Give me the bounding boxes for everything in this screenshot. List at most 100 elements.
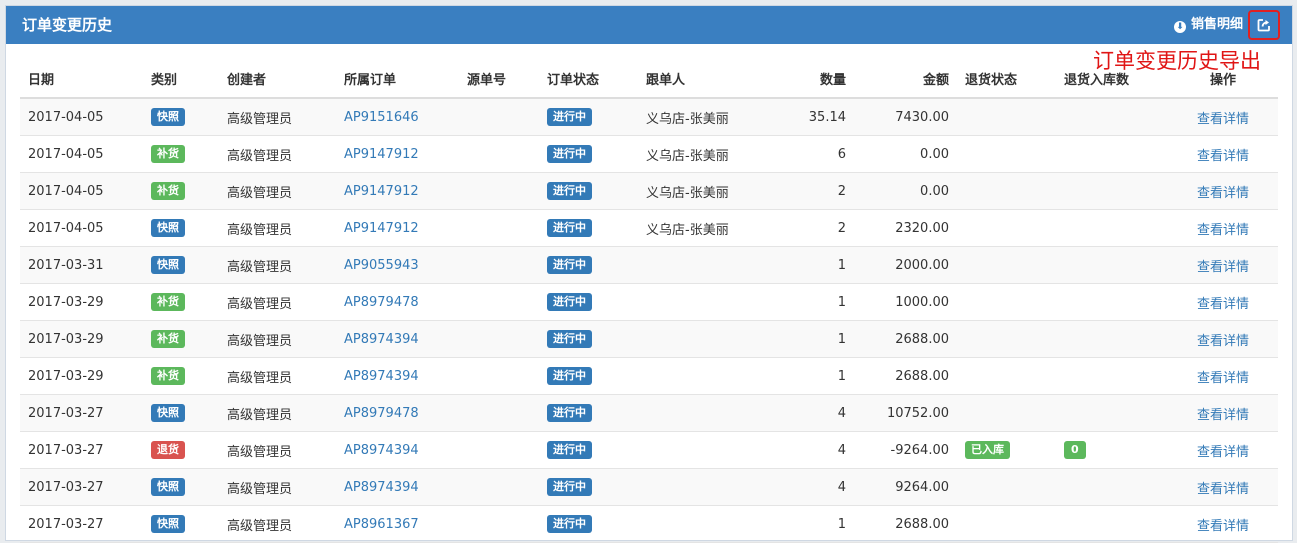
type-badge: 补货 [151, 182, 185, 200]
cell-follower [638, 505, 760, 543]
cell-date: 2017-04-05 [20, 172, 143, 210]
view-details-link[interactable]: 查看详情 [1197, 260, 1249, 275]
date-text: 2017-04-05 [28, 109, 104, 125]
col-source: 源单号 [459, 59, 539, 99]
view-details-link[interactable]: 查看详情 [1197, 408, 1249, 423]
cell-action: 查看详情 [1168, 209, 1278, 247]
view-details-link[interactable]: 查看详情 [1197, 223, 1249, 238]
creator-text: 高级管理员 [227, 518, 293, 534]
cell-status: 进行中 [539, 431, 638, 469]
cell-date: 2017-03-29 [20, 357, 143, 395]
qty-text: 4 [837, 405, 846, 421]
order-history-table: 日期 类别 创建者 所属订单 源单号 订单状态 跟单人 数量 金额 退货状态 退… [20, 59, 1278, 543]
creator-text: 高级管理员 [227, 222, 293, 238]
export-button[interactable] [1248, 10, 1280, 40]
cell-action: 查看详情 [1168, 468, 1278, 506]
view-details-link[interactable]: 查看详情 [1197, 371, 1249, 386]
cell-source [459, 505, 539, 543]
amount-text: 10752.00 [886, 405, 949, 421]
cell-creator: 高级管理员 [219, 505, 336, 543]
cell-amount: -9264.00 [854, 431, 957, 469]
table-row: 2017-03-29 补货 高级管理员 AP8979478 进行中 1 1000.00 查看详… [20, 283, 1278, 321]
qty-text: 4 [837, 479, 846, 495]
order-link[interactable]: AP8974394 [344, 332, 419, 347]
cell-status: 进行中 [539, 468, 638, 506]
cell-type: 补货 [143, 320, 219, 358]
follower-text: 义乌店-张美丽 [646, 111, 729, 127]
col-type: 类别 [143, 59, 219, 99]
creator-text: 高级管理员 [227, 185, 293, 201]
view-details-link[interactable]: 查看详情 [1197, 519, 1249, 534]
view-details-link[interactable]: 查看详情 [1197, 482, 1249, 497]
view-details-link[interactable]: 查看详情 [1197, 149, 1249, 164]
type-badge: 快照 [151, 219, 185, 237]
creator-text: 高级管理员 [227, 111, 293, 127]
view-details-link[interactable]: 查看详情 [1197, 445, 1249, 460]
order-link[interactable]: AP9147912 [344, 184, 419, 199]
cell-date: 2017-03-27 [20, 394, 143, 432]
cell-order: AP8974394 [336, 320, 459, 358]
cell-action: 查看详情 [1168, 394, 1278, 432]
cell-qty: 2 [760, 172, 854, 210]
cell-qty: 4 [760, 394, 854, 432]
cell-source [459, 209, 539, 247]
cell-order: AP9055943 [336, 246, 459, 284]
order-link[interactable]: AP8979478 [344, 406, 419, 421]
col-date: 日期 [20, 59, 143, 99]
cell-type: 快照 [143, 246, 219, 284]
status-badge: 进行中 [547, 404, 592, 422]
cell-return-status [957, 98, 1056, 136]
cell-qty: 35.14 [760, 98, 854, 136]
cell-status: 进行中 [539, 246, 638, 284]
cell-return-qty [1056, 246, 1168, 284]
cell-order: AP9147912 [336, 209, 459, 247]
order-link[interactable]: AP9151646 [344, 110, 419, 125]
qty-text: 2 [837, 183, 846, 199]
order-link[interactable]: AP9055943 [344, 258, 419, 273]
view-details-link[interactable]: 查看详情 [1197, 186, 1249, 201]
cell-amount: 2688.00 [854, 357, 957, 395]
date-text: 2017-03-29 [28, 294, 104, 310]
qty-text: 1 [837, 516, 846, 532]
cell-creator: 高级管理员 [219, 468, 336, 506]
cell-type: 快照 [143, 209, 219, 247]
cell-creator: 高级管理员 [219, 394, 336, 432]
cell-qty: 6 [760, 135, 854, 173]
view-details-link[interactable]: 查看详情 [1197, 112, 1249, 127]
view-details-link[interactable]: 查看详情 [1197, 297, 1249, 312]
cell-date: 2017-04-05 [20, 98, 143, 136]
amount-text: 1000.00 [895, 294, 949, 310]
cell-action: 查看详情 [1168, 246, 1278, 284]
cell-follower [638, 431, 760, 469]
cell-follower [638, 394, 760, 432]
cell-follower: 义乌店-张美丽 [638, 172, 760, 210]
cell-qty: 2 [760, 209, 854, 247]
amount-text: 2688.00 [895, 368, 949, 384]
col-return-qty: 退货入库数 [1056, 59, 1168, 99]
cell-date: 2017-03-27 [20, 468, 143, 506]
status-badge: 进行中 [547, 145, 592, 163]
cell-amount: 2688.00 [854, 320, 957, 358]
cell-action: 查看详情 [1168, 283, 1278, 321]
table-row: 2017-03-29 补货 高级管理员 AP8974394 进行中 1 2688.00 查看详… [20, 320, 1278, 358]
panel-header: 订单变更历史 ⬇ 销售明细 [6, 6, 1292, 44]
order-link[interactable]: AP8974394 [344, 369, 419, 384]
order-link[interactable]: AP9147912 [344, 221, 419, 236]
cell-amount: 10752.00 [854, 394, 957, 432]
type-badge: 补货 [151, 367, 185, 385]
view-details-link[interactable]: 查看详情 [1197, 334, 1249, 349]
creator-text: 高级管理员 [227, 370, 293, 386]
amount-text: 2000.00 [895, 257, 949, 273]
order-link[interactable]: AP9147912 [344, 147, 419, 162]
cell-source [459, 98, 539, 136]
cell-type: 快照 [143, 98, 219, 136]
sales-detail-link[interactable]: ⬇ 销售明细 [1174, 6, 1243, 44]
order-link[interactable]: AP8979478 [344, 295, 419, 310]
status-badge: 进行中 [547, 293, 592, 311]
date-text: 2017-03-27 [28, 442, 104, 458]
order-link[interactable]: AP8974394 [344, 443, 419, 458]
type-badge: 补货 [151, 330, 185, 348]
order-link[interactable]: AP8961367 [344, 517, 419, 532]
cell-creator: 高级管理员 [219, 283, 336, 321]
order-link[interactable]: AP8974394 [344, 480, 419, 495]
